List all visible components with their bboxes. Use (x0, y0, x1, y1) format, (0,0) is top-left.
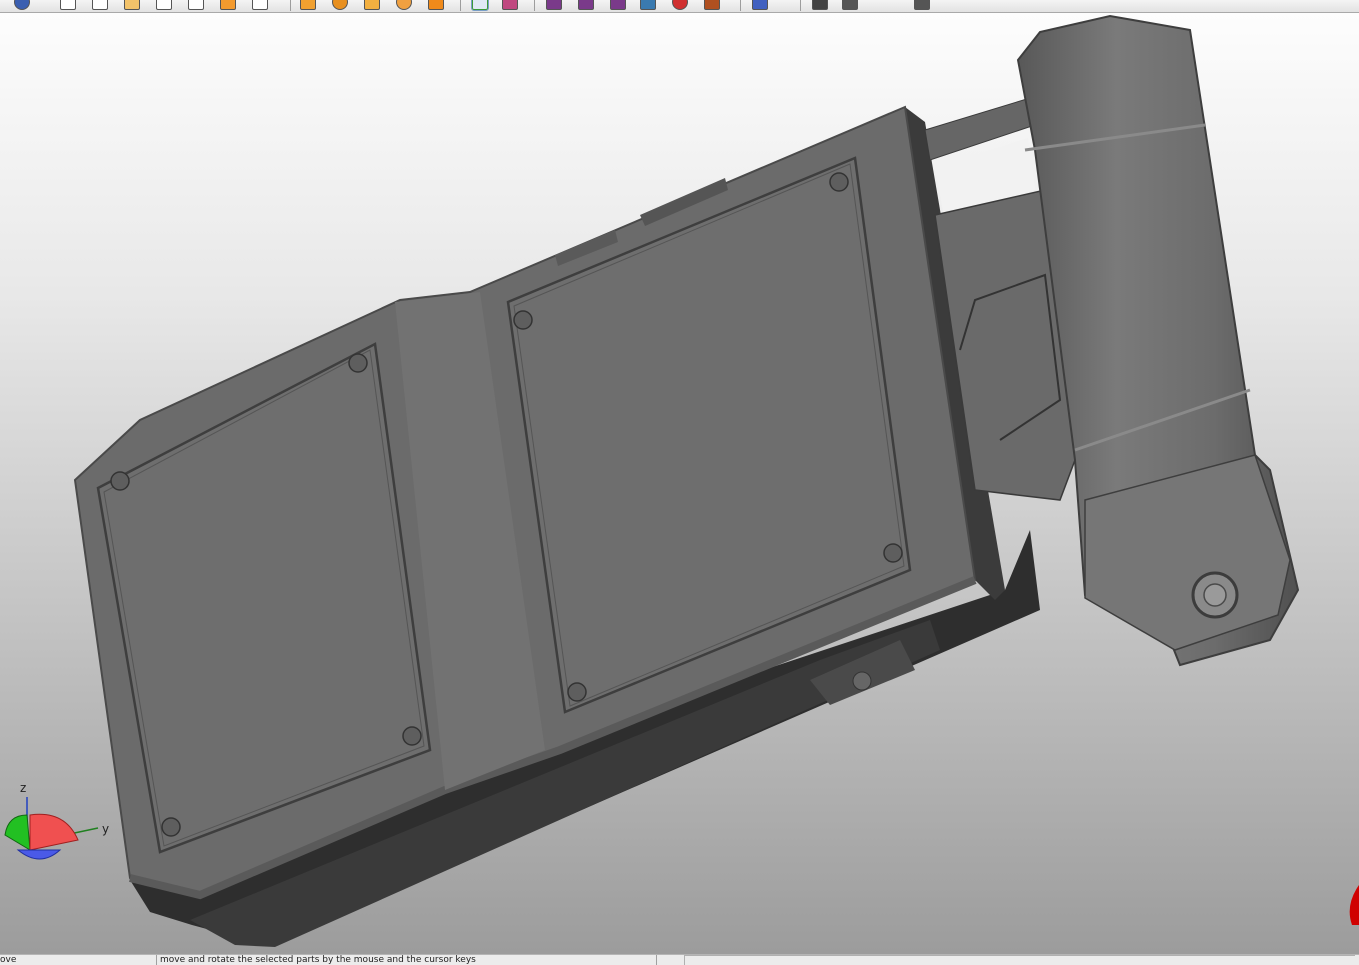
enclosure-model[interactable] (73, 14, 1300, 947)
toolbar-separator (460, 0, 461, 11)
3d-viewport[interactable]: z y (0, 13, 1359, 954)
save-as-document-icon[interactable] (188, 0, 204, 10)
screw (110, 471, 130, 491)
axis-y-label: y (102, 822, 109, 836)
status-bar: ove move and rotate the selected parts b… (0, 954, 1359, 965)
flask-icon[interactable] (752, 0, 768, 10)
print-document-icon[interactable] (252, 0, 268, 10)
color-sphere-icon[interactable] (672, 0, 688, 10)
screw (161, 817, 181, 837)
orange-page-icon[interactable] (364, 0, 380, 10)
layers-icon[interactable] (640, 0, 656, 10)
orange-tool-icon[interactable] (300, 0, 316, 10)
pointer-icon[interactable] (914, 0, 930, 10)
axis-z-label: z (20, 781, 26, 795)
toolbar-separator (290, 0, 291, 11)
sketch-icon[interactable] (502, 0, 518, 10)
axis-triad-blue-face (16, 849, 62, 860)
main-toolbar (0, 0, 1359, 13)
orange-gear-icon[interactable] (332, 0, 348, 10)
axis-triad: z y (4, 781, 109, 860)
import-document-icon[interactable] (124, 0, 140, 10)
info-icon[interactable] (14, 0, 30, 10)
move-arrow-icon[interactable] (546, 0, 562, 10)
screw (567, 682, 587, 702)
pin-icon[interactable] (812, 0, 828, 10)
open-document-icon[interactable] (92, 0, 108, 10)
screw (829, 172, 849, 192)
camera-icon[interactable] (842, 0, 858, 10)
model-canvas: z y (4, 14, 1359, 947)
export-document-icon[interactable] (220, 0, 236, 10)
new-document-icon[interactable] (60, 0, 76, 10)
toolbar-separator (534, 0, 535, 11)
select-arrow-icon[interactable] (471, 0, 489, 11)
rotate-arrow-icon[interactable] (578, 0, 594, 10)
highlighted-part-edge (1349, 885, 1359, 925)
screw (513, 310, 533, 330)
transform-arrow-icon[interactable] (610, 0, 626, 10)
screw (883, 543, 903, 563)
axis-triad-red-face (29, 813, 79, 851)
orange-cog-icon[interactable] (396, 0, 412, 10)
latch-knob (852, 671, 872, 691)
screw (402, 726, 422, 746)
hinge-bore-inner (1203, 583, 1227, 607)
axis-triad-green-face (4, 814, 31, 851)
orange-wrench-icon[interactable] (428, 0, 444, 10)
toolbar-separator (800, 0, 801, 11)
toolbar-separator (740, 0, 741, 11)
material-icon[interactable] (704, 0, 720, 10)
screw (348, 353, 368, 373)
save-document-icon[interactable] (156, 0, 172, 10)
